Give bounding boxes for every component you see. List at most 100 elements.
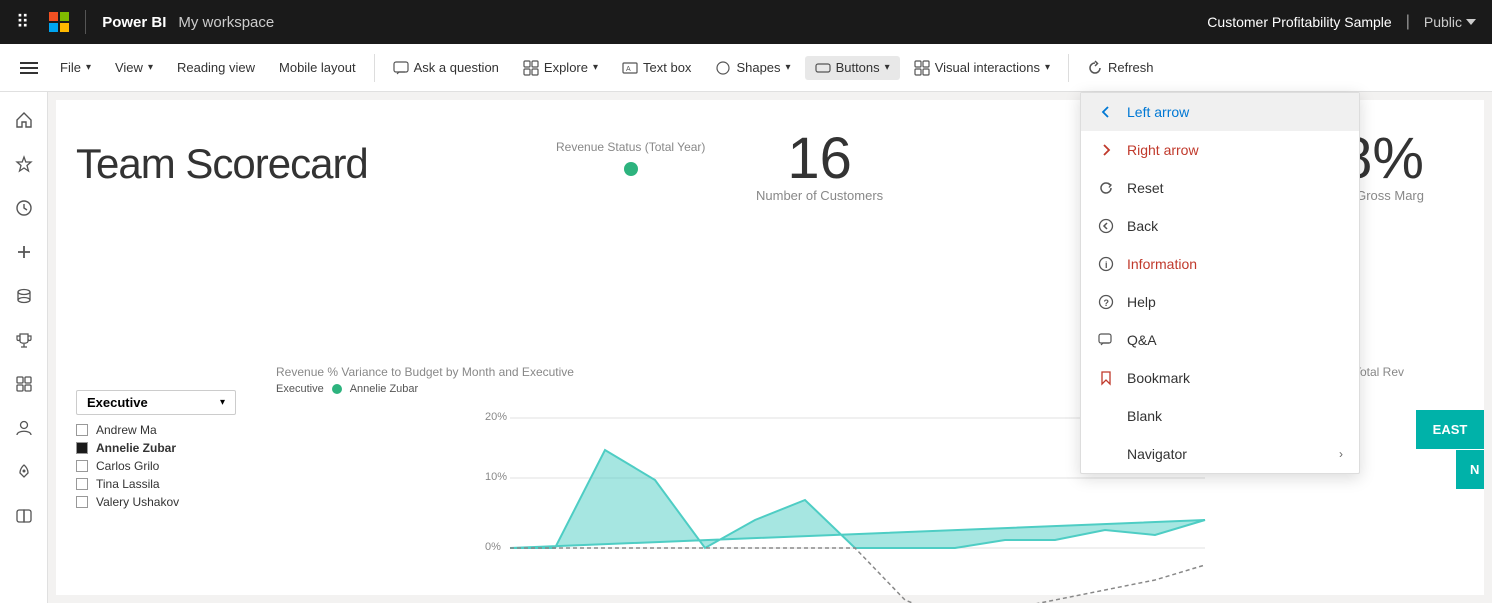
sidebar-item-create[interactable] [4,232,44,272]
explore-chevron-icon: ▾ [593,62,598,73]
navigator-label: Navigator [1127,446,1327,462]
information-label: Information [1127,256,1343,272]
chart-title: Revenue % Variance to Budget by Month an… [276,365,574,379]
file-menu-button[interactable]: File ▾ [50,56,101,79]
sidebar-item-recent[interactable] [4,188,44,228]
sidebar-item-data-hub[interactable] [4,276,44,316]
exec-checkbox-valery[interactable] [76,496,88,508]
explore-icon [523,60,539,76]
buttons-button[interactable]: Buttons ▾ [805,56,900,80]
shapes-button[interactable]: Shapes ▾ [705,56,800,80]
sidebar-item-home[interactable] [4,100,44,140]
right-arrow-label: Right arrow [1127,142,1343,158]
sidebar-item-favorites[interactable] [4,144,44,184]
svg-text:i: i [1105,260,1108,270]
rocket-icon [15,463,33,481]
chevron-down-icon [1466,19,1476,25]
left-sidebar [0,92,48,603]
svg-text:20%: 20% [485,411,507,423]
reset-label: Reset [1127,180,1343,196]
report-name: Customer Profitability Sample [1207,14,1391,30]
sidebar-item-publish[interactable] [4,452,44,492]
separator: | [1406,13,1410,31]
help-icon: ? [1097,293,1115,311]
svg-text:10%: 10% [485,471,507,483]
exec-item-andrew[interactable]: Andrew Ma [76,423,236,437]
executive-dropdown[interactable]: Executive ▾ [76,390,236,415]
dropdown-item-help[interactable]: ? Help [1081,283,1359,321]
sidebar-item-learn[interactable] [4,496,44,536]
blank-icon [1097,407,1115,425]
east-badge: EAST [1416,410,1484,449]
back-label: Back [1127,218,1343,234]
toolbar-separator-2 [1068,54,1069,82]
top-bar-divider [85,10,86,34]
exec-checkbox-andrew[interactable] [76,424,88,436]
exec-checkbox-carlos[interactable] [76,460,88,472]
chart-legend: Executive Annelie Zubar [276,383,574,395]
revenue-status-label: Revenue Status (Total Year) [556,140,705,154]
view-chevron-icon: ▾ [148,62,153,73]
toolbar: File ▾ View ▾ Reading view Mobile layout… [0,44,1492,92]
trophy-icon [15,331,33,349]
legend-annelie-dot [332,384,342,394]
bookmark-label: Bookmark [1127,370,1343,386]
star-icon [15,155,33,173]
view-menu-button[interactable]: View ▾ [105,56,163,79]
svg-text:0%: 0% [485,541,501,553]
visibility-selector[interactable]: Public [1424,14,1476,30]
blank-label: Blank [1127,408,1343,424]
bookmark-icon [1097,369,1115,387]
home-icon [15,111,33,129]
hamburger-button[interactable] [12,54,46,82]
navigator-icon [1097,445,1115,463]
revenue-dot [624,162,638,176]
waffle-icon[interactable]: ⠿ [16,12,29,33]
plus-icon [15,243,33,261]
mobile-layout-button[interactable]: Mobile layout [269,56,366,79]
total-rev-label: Total Rev [1354,365,1404,379]
dropdown-item-back[interactable]: Back [1081,207,1359,245]
book-icon [15,507,33,525]
exec-item-annelie[interactable]: Annelie Zubar [76,441,236,455]
exec-item-carlos[interactable]: Carlos Grilo [76,459,236,473]
n-badge: N [1456,450,1484,489]
dropdown-item-information[interactable]: i Information [1081,245,1359,283]
text-box-button[interactable]: A Text box [612,56,701,80]
dropdown-item-reset[interactable]: Reset [1081,169,1359,207]
right-arrow-icon [1097,141,1115,159]
executive-filter-label: Executive [87,395,148,410]
dropdown-item-right-arrow[interactable]: Right arrow [1081,131,1359,169]
legend-exec-label: Executive [276,383,324,395]
refresh-button[interactable]: Refresh [1077,56,1164,80]
sidebar-item-dashboards[interactable] [4,364,44,404]
dropdown-item-bookmark[interactable]: Bookmark [1081,359,1359,397]
reading-view-button[interactable]: Reading view [167,56,265,79]
sidebar-item-people[interactable] [4,408,44,448]
executive-list: Andrew Ma Annelie Zubar Carlos Grilo Tin… [76,423,236,509]
toolbar-separator-1 [374,54,375,82]
qa-label: Q&A [1127,332,1343,348]
visual-interactions-icon [914,60,930,76]
svg-text:?: ? [1104,298,1110,308]
sidebar-item-goals[interactable] [4,320,44,360]
qa-icon [1097,331,1115,349]
exec-item-valery[interactable]: Valery Ushakov [76,495,236,509]
shapes-icon [715,60,731,76]
exec-item-tina[interactable]: Tina Lassila [76,477,236,491]
dropdown-item-blank[interactable]: Blank [1081,397,1359,435]
exec-checkbox-annelie[interactable] [76,442,88,454]
person-icon [15,419,33,437]
report-title: Team Scorecard [76,140,368,188]
help-label: Help [1127,294,1343,310]
visual-interactions-button[interactable]: Visual interactions ▾ [904,56,1060,80]
workspace-name[interactable]: My workspace [178,14,274,31]
dropdown-item-navigator[interactable]: Navigator › [1081,435,1359,473]
shapes-chevron-icon: ▾ [786,62,791,73]
explore-button[interactable]: Explore ▾ [513,56,608,80]
dropdown-item-qa[interactable]: Q&A [1081,321,1359,359]
ask-question-button[interactable]: Ask a question [383,56,509,80]
dropdown-item-left-arrow[interactable]: Left arrow [1081,93,1359,131]
exec-checkbox-tina[interactable] [76,478,88,490]
left-arrow-icon [1097,103,1115,121]
